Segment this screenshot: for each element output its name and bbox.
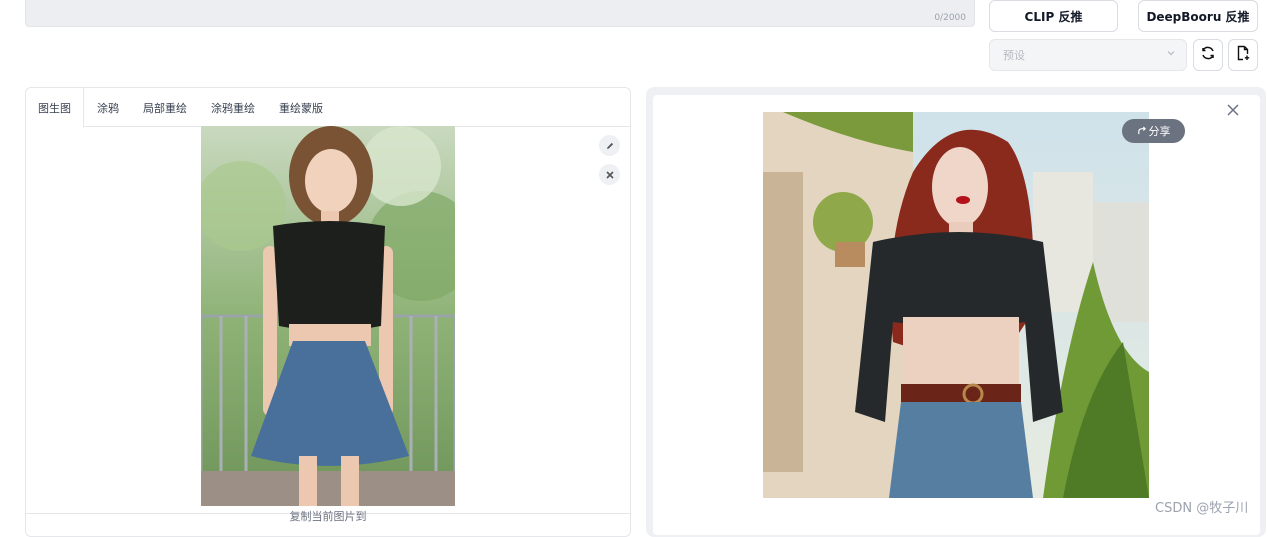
copy-image-to-label: 复制当前图片到 <box>289 510 367 523</box>
close-preview-button[interactable] <box>1223 101 1243 121</box>
output-image[interactable] <box>763 112 1149 498</box>
preset-placeholder: 预设 <box>1003 49 1025 62</box>
edit-icon <box>605 136 615 155</box>
input-image[interactable] <box>201 126 455 506</box>
save-preset-button[interactable] <box>1228 39 1258 71</box>
tab-sketch[interactable]: 涂鸦 <box>86 88 130 128</box>
share-icon <box>1137 125 1146 138</box>
clear-image-button[interactable] <box>599 164 620 185</box>
img2img-tabs: 图生图 涂鸦 局部重绘 涂鸦重绘 重绘蒙版 <box>26 88 630 128</box>
prompt-char-counter: 0/2000 <box>934 13 966 23</box>
tab-inpaint-upload[interactable]: 重绘蒙版 <box>270 88 332 128</box>
tab-img2img[interactable]: 图生图 <box>26 88 84 128</box>
clip-interrogate-button[interactable]: CLIP 反推 <box>989 0 1118 32</box>
deepbooru-interrogate-button[interactable]: DeepBooru 反推 <box>1138 0 1258 32</box>
refresh-presets-button[interactable] <box>1193 39 1223 71</box>
tab-inpaint[interactable]: 局部重绘 <box>134 88 196 128</box>
img2img-input-panel: 图生图 涂鸦 局部重绘 涂鸦重绘 重绘蒙版 复制当前图片到 <box>25 87 631 537</box>
refresh-icon <box>1200 45 1216 65</box>
tab-inpaint-sketch[interactable]: 涂鸦重绘 <box>202 88 264 128</box>
share-label: 分享 <box>1148 125 1171 138</box>
new-file-icon <box>1235 45 1251 65</box>
prompt-textarea[interactable]: 0/2000 <box>25 0 975 27</box>
edit-image-button[interactable] <box>599 135 620 156</box>
clear-icon <box>605 165 615 184</box>
preset-select[interactable]: 预设 <box>989 39 1187 71</box>
watermark: CSDN @牧子川 <box>1155 501 1249 516</box>
close-icon <box>1226 102 1240 121</box>
share-button[interactable]: 分享 <box>1122 119 1185 143</box>
chevron-down-icon <box>1166 48 1176 61</box>
